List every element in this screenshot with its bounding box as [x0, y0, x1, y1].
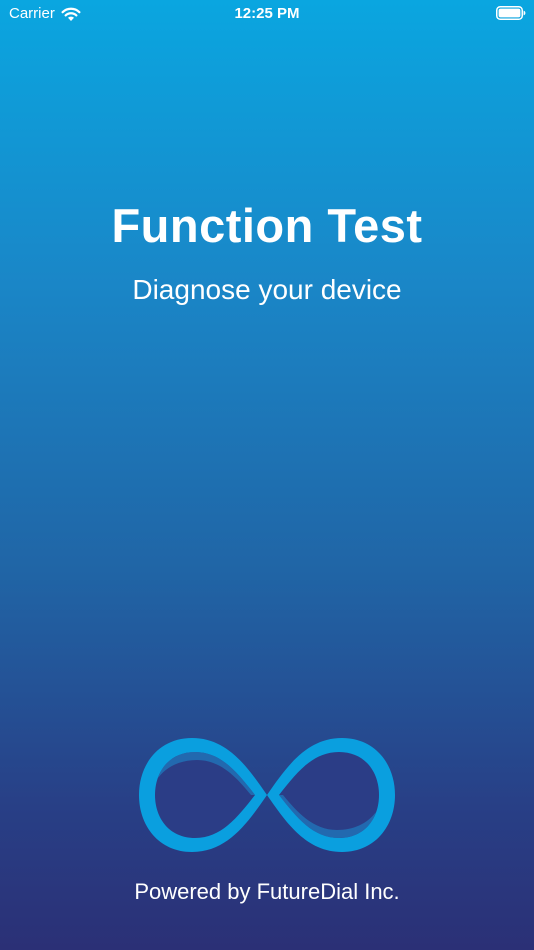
app-title: Function Test [111, 199, 423, 252]
battery-icon [496, 6, 526, 20]
status-bar: Carrier 12:25 PM [0, 0, 534, 30]
infinity-logo-icon [137, 736, 397, 854]
clock: 12:25 PM [234, 5, 300, 22]
app-subtitle: Diagnose your device [132, 274, 402, 305]
powered-by-label: Powered by FutureDial Inc. [134, 879, 400, 904]
splash-screen: Carrier 12:25 PM Function Test Diagnose … [0, 0, 534, 950]
